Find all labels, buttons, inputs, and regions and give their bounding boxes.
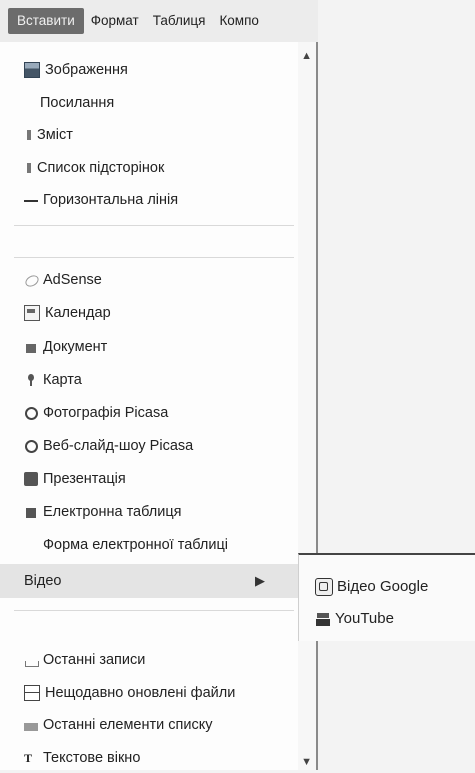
menu-item-recent-files[interactable]: Нещодавно оновлені файли [24, 678, 235, 708]
menu-item-label: Карта [43, 372, 82, 388]
menu-item-list-items[interactable]: Останні елементи списку [24, 710, 212, 740]
menu-item-presentation[interactable]: Презентація [24, 464, 126, 494]
menu-divider [14, 225, 294, 226]
text-box-icon: T [24, 751, 33, 765]
menu-divider [14, 610, 294, 611]
menu-item-label: Посилання [40, 95, 115, 111]
spreadsheet-icon [24, 505, 38, 519]
menu-item-image[interactable]: Зображення [24, 55, 128, 85]
menu-item-label: Форма електронної таблиці [43, 537, 229, 553]
menu-item-link[interactable]: Посилання [40, 88, 114, 118]
menu-item-label: Нещодавно оновлені файли [45, 685, 236, 701]
picasa-slideshow-icon [24, 439, 38, 453]
recent-posts-icon [24, 653, 39, 667]
menu-item-spreadsheet-form[interactable]: Форма електронної таблиці [43, 530, 228, 560]
scroll-up-icon[interactable]: ▲ [301, 50, 312, 62]
menu-item-label: Зображення [45, 62, 128, 78]
toc-icon [24, 128, 32, 142]
menu-item-label: Календар [45, 305, 111, 321]
menu-item-label: Зміст [37, 127, 73, 143]
menu-format[interactable]: Формат [84, 0, 146, 42]
menu-item-label: Останні записи [43, 652, 146, 668]
scroll-down-icon[interactable]: ▼ [301, 756, 312, 768]
video-submenu: Відео Google YouTube [298, 553, 475, 641]
menu-item-map[interactable]: Карта [24, 365, 82, 395]
menu-table[interactable]: Таблиця [146, 0, 213, 42]
menu-item-label: Презентація [43, 471, 126, 487]
menu-item-label: Останні елементи списку [43, 717, 213, 733]
menu-bar: Вставити Формат Таблиця Компо [0, 0, 318, 43]
menu-item-toc[interactable]: Зміст [24, 120, 73, 150]
subpages-icon [24, 161, 32, 175]
submenu-item-google-video[interactable]: Відео Google [315, 573, 428, 601]
calendar-icon [24, 305, 40, 321]
document-icon [24, 340, 38, 354]
insert-dropdown: ▲ ▼ Зображення Посилання Зміст Список пі… [0, 42, 318, 770]
menu-item-adsense[interactable]: AdSense [24, 265, 102, 295]
dropdown-scrollbar[interactable]: ▲ ▼ [298, 42, 316, 770]
menu-item-label: Відео [24, 573, 62, 589]
menu-item-subpages[interactable]: Список підсторінок [24, 153, 164, 183]
menu-item-recent-posts[interactable]: Останні записи [24, 645, 145, 675]
menu-item-label: Текстове вікно [43, 750, 141, 766]
youtube-icon [315, 611, 331, 627]
menu-item-label: Фотографія Picasa [43, 405, 169, 421]
menu-item-spreadsheet[interactable]: Електронна таблиця [24, 497, 182, 527]
submenu-item-youtube[interactable]: YouTube [315, 605, 394, 633]
submenu-item-label: YouTube [335, 610, 394, 627]
submenu-item-label: Відео Google [337, 578, 429, 595]
menu-item-picasa-slideshow[interactable]: Веб-слайд-шоу Picasa [24, 431, 193, 461]
menu-item-label: Список підсторінок [37, 160, 165, 176]
menu-item-document[interactable]: Документ [24, 332, 107, 362]
menu-item-calendar[interactable]: Календар [24, 298, 111, 328]
menu-item-label: Горизонтальна лінія [43, 192, 179, 208]
presentation-icon [24, 472, 38, 486]
menu-item-horizontal-line[interactable]: Горизонтальна лінія [24, 185, 178, 215]
menu-item-label: AdSense [43, 272, 102, 288]
menu-divider [14, 257, 294, 258]
picasa-icon [24, 406, 38, 420]
menu-item-label: Електронна таблиця [43, 504, 182, 520]
list-items-icon [24, 723, 38, 731]
adsense-icon [24, 273, 38, 287]
google-video-icon [315, 578, 333, 596]
submenu-arrow-icon: ▶ [255, 573, 265, 588]
menu-item-label: Документ [43, 339, 108, 355]
menu-item-picasa-photo[interactable]: Фотографія Picasa [24, 398, 168, 428]
menu-layout[interactable]: Компо [212, 0, 265, 42]
menu-item-text-box[interactable]: T Текстове вікно [24, 743, 140, 773]
menu-insert[interactable]: Вставити [8, 8, 84, 34]
map-pin-icon [24, 373, 38, 387]
image-icon [24, 62, 40, 78]
menu-item-label: Веб-слайд-шоу Picasa [43, 438, 194, 454]
menu-item-video[interactable]: Відео ▶ [0, 564, 298, 598]
recent-files-icon [24, 685, 40, 701]
horizontal-line-icon [24, 193, 38, 207]
